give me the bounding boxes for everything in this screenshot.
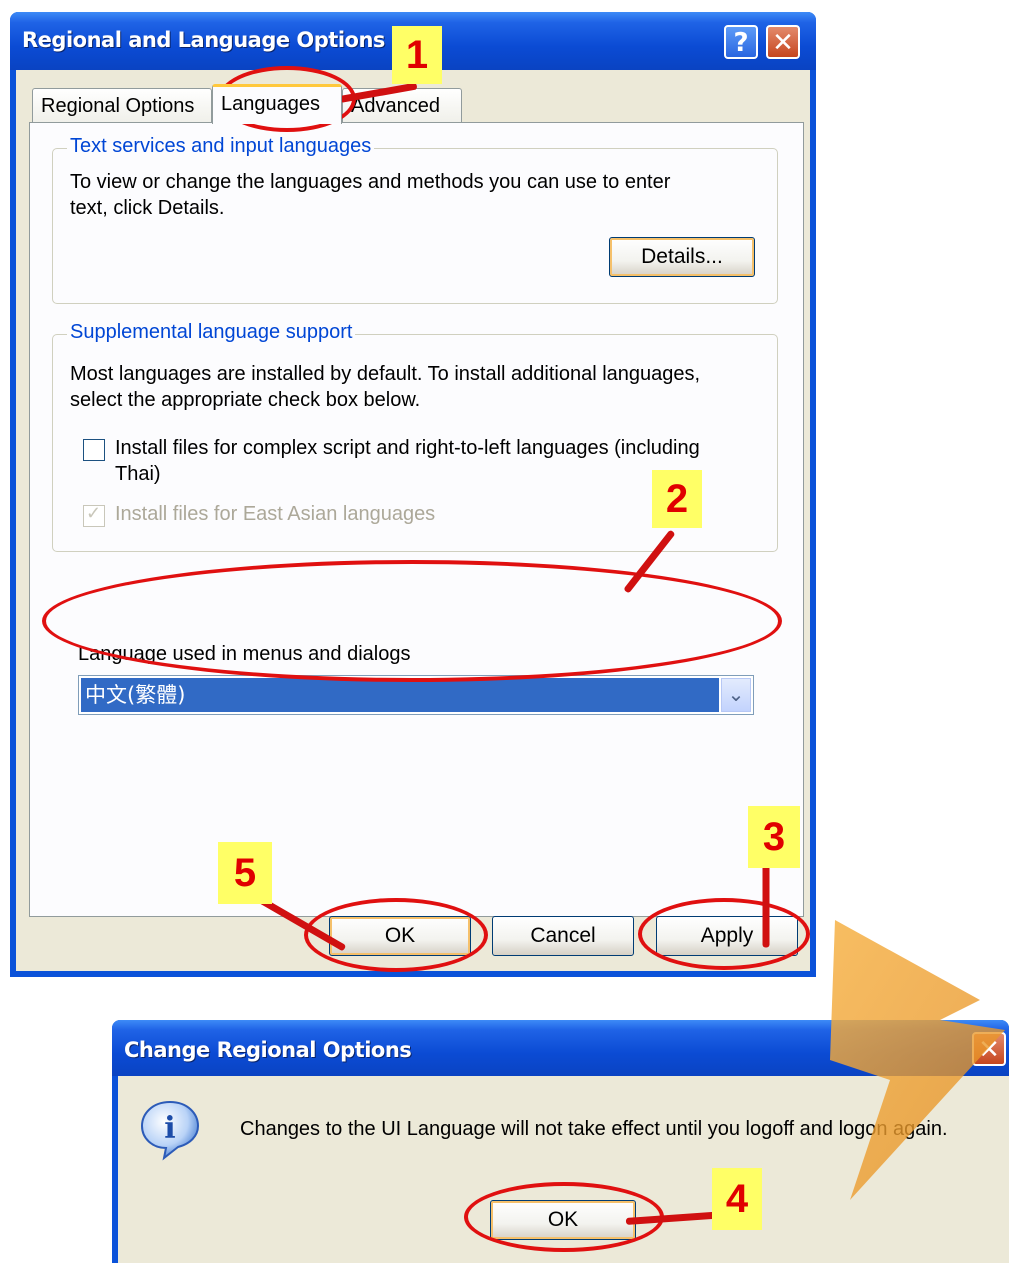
close-button[interactable]: ✕ <box>972 1032 1006 1066</box>
tab-label: Languages <box>221 93 320 115</box>
step-3-arrow <box>762 863 770 948</box>
info-glyph: i <box>164 1111 175 1146</box>
cancel-button[interactable]: Cancel <box>492 916 634 956</box>
step-3-highlight <box>638 898 810 970</box>
supplemental-description-2: select the appropriate check box below. <box>70 389 421 411</box>
details-button[interactable]: Details... <box>609 237 755 277</box>
east-asian-checkbox[interactable]: ✓ <box>83 503 105 527</box>
tab-languages[interactable]: Languages <box>212 84 342 124</box>
info-icon: i <box>140 1100 200 1161</box>
text-services-description-1: To view or change the languages and meth… <box>70 171 671 193</box>
title-bar[interactable]: Change Regional Options ✕ <box>112 1020 1009 1076</box>
text-services-group: Text services and input languages To vie… <box>52 135 778 304</box>
text-services-legend: Text services and input languages <box>67 135 375 158</box>
dialog-title: Change Regional Options <box>124 1038 412 1062</box>
supplemental-description-1: Most languages are installed by default.… <box>70 363 701 385</box>
chevron-down-icon[interactable]: ⌄ <box>721 678 751 712</box>
change-message: Changes to the UI Language will not take… <box>240 1118 948 1140</box>
step-4-badge: 4 <box>712 1168 762 1230</box>
step-2-highlight <box>42 560 782 682</box>
close-button[interactable]: ✕ <box>766 25 800 59</box>
east-asian-label: Install files for East Asian languages <box>115 503 436 525</box>
supplemental-legend: Supplemental language support <box>67 321 356 344</box>
help-button[interactable]: ? <box>724 25 758 59</box>
checkmark-icon: ✓ <box>86 503 102 523</box>
dialog-title: Regional and Language Options <box>22 28 385 52</box>
step-5-badge: 5 <box>218 842 272 904</box>
complex-script-checkbox[interactable] <box>83 439 105 461</box>
complex-script-label-2: Thai) <box>115 463 161 485</box>
complex-script-label-1: Install files for complex script and rig… <box>115 437 700 459</box>
tab-label: Regional Options <box>41 95 195 117</box>
step-5-highlight <box>304 898 488 972</box>
text-services-description-2: text, click Details. <box>70 197 225 219</box>
step-3-badge: 3 <box>748 806 800 868</box>
step-1-badge: 1 <box>392 26 442 84</box>
ui-language-selected-value: 中文(繁體) <box>81 678 719 712</box>
tab-regional-options[interactable]: Regional Options <box>32 88 212 122</box>
step-2-badge: 2 <box>652 470 702 528</box>
